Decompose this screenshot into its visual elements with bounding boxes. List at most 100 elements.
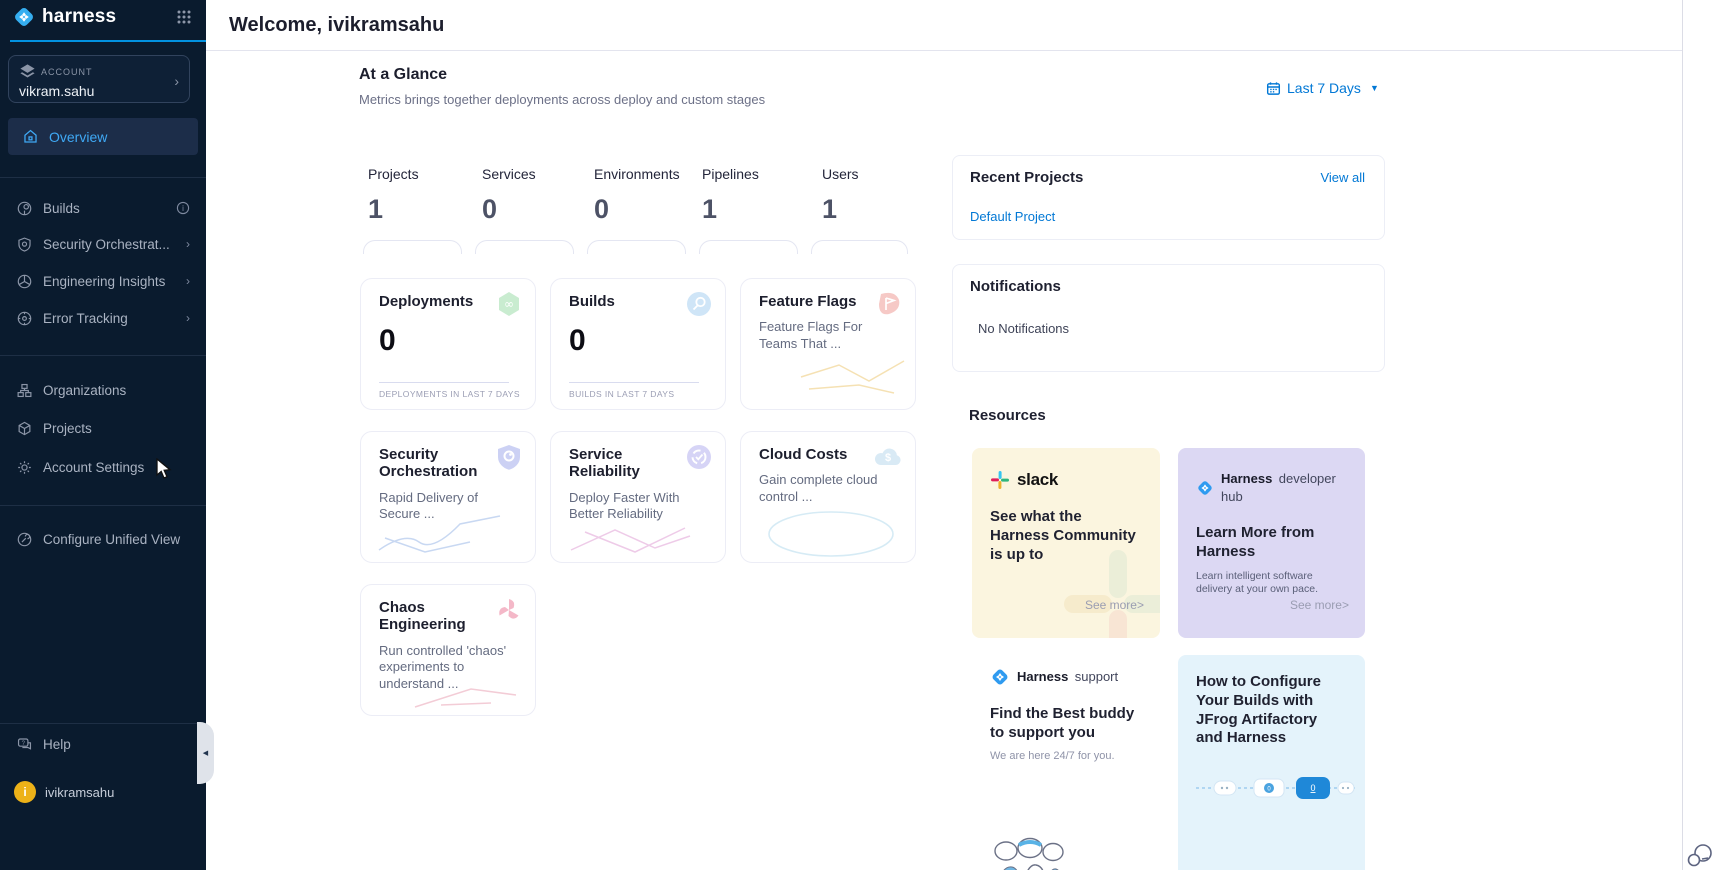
- deployments-module-icon: ∞: [495, 290, 523, 318]
- notifications-card: Notifications No Notifications: [952, 264, 1385, 372]
- sidebar-item-projects[interactable]: Projects: [0, 415, 206, 441]
- resource-card-developer-hub[interactable]: Harness developer hub Learn More from Ha…: [1178, 448, 1365, 638]
- sidebar-item-organizations[interactable]: Organizations: [0, 377, 206, 403]
- date-range-selector[interactable]: Last 7 Days ▼: [1266, 80, 1379, 96]
- module-description: Deploy Faster With Better Reliability: [569, 490, 699, 524]
- divider: [0, 355, 206, 356]
- sidebar-item-label: Security Orchestrat...: [43, 237, 170, 252]
- notifications-title: Notifications: [970, 278, 1061, 295]
- resource-card-support[interactable]: Harness support Find the Best buddy to s…: [972, 655, 1160, 870]
- see-more-link[interactable]: See more>: [1290, 598, 1349, 612]
- divider: [0, 723, 206, 724]
- module-card-chaos-engineering[interactable]: Chaos Engineering Run controlled 'chaos'…: [360, 584, 536, 716]
- stat-label: Pipelines: [702, 166, 813, 182]
- harness-logo-icon: [1196, 478, 1214, 498]
- section-subtitle: Metrics brings together deployments acro…: [359, 92, 765, 107]
- view-all-link[interactable]: View all: [1320, 170, 1365, 185]
- sidebar-item-security-orchestration[interactable]: Security Orchestrat... ›: [0, 231, 206, 257]
- info-icon[interactable]: i: [176, 201, 190, 215]
- module-card-security-orchestration[interactable]: Security Orchestration Rapid Delivery of…: [360, 431, 536, 563]
- right-utility-strip: [1682, 0, 1712, 870]
- support-card-subtext: We are here 24/7 for you.: [990, 750, 1142, 762]
- sidebar-item-help[interactable]: ? Help: [0, 731, 206, 757]
- sidebar-item-builds[interactable]: Builds i: [0, 195, 206, 221]
- error-tracking-icon: [16, 310, 33, 327]
- article-heading: How to Configure Your Builds with JFrog …: [1196, 673, 1346, 748]
- chevron-right-icon: ›: [174, 73, 179, 89]
- sidebar-item-label: Error Tracking: [43, 311, 128, 326]
- app-grid-icon[interactable]: [176, 9, 192, 25]
- calendar-icon: [1266, 81, 1281, 96]
- support-brand-rest: support: [1075, 669, 1118, 684]
- module-description: Run controlled 'chaos' experiments to un…: [379, 643, 509, 694]
- support-team-illustration: [992, 837, 1067, 870]
- organizations-icon: [16, 382, 33, 399]
- stat-environments: Environments 0: [585, 166, 693, 225]
- support-brand-row: Harness support: [990, 667, 1142, 687]
- page-header: Welcome, ivikramsahu: [206, 0, 1682, 51]
- pipeline-illustration: 0 0: [1196, 770, 1356, 806]
- module-description: Gain complete cloud control ...: [759, 472, 889, 506]
- account-selector[interactable]: ACCOUNT vikram.sahu ›: [8, 55, 190, 103]
- sidebar-item-label: Engineering Insights: [43, 274, 165, 289]
- stat-services: Services 0: [473, 166, 585, 225]
- sidebar-collapse-handle[interactable]: ◀: [197, 722, 214, 784]
- harness-logo-icon: [990, 667, 1010, 687]
- resource-card-jfrog-article[interactable]: How to Configure Your Builds with JFrog …: [1178, 655, 1365, 870]
- sidebar-item-account-settings[interactable]: Account Settings: [0, 454, 206, 480]
- sidebar-item-label: Builds: [43, 201, 80, 216]
- module-value: 0: [569, 324, 709, 358]
- sidebar-user[interactable]: i ivikramsahu: [0, 778, 206, 806]
- module-card-service-reliability[interactable]: Service Reliability Deploy Faster With B…: [550, 431, 726, 563]
- stat-value: 1: [822, 194, 899, 225]
- module-cards-grid: Deployments ∞ 0 DEPLOYMENTS IN LAST 7 DA…: [360, 278, 912, 716]
- stat-value: 1: [702, 194, 813, 225]
- module-card-cloud-costs[interactable]: Cloud Costs $ Gain complete cloud contro…: [740, 431, 916, 563]
- projects-cube-icon: [16, 420, 33, 437]
- project-link-default-project[interactable]: Default Project: [970, 209, 1384, 224]
- sidebar-item-configure-unified-view[interactable]: Configure Unified View: [0, 526, 206, 552]
- resource-center-icon[interactable]: [1686, 842, 1712, 868]
- devhub-card-subtext: Learn intelligent software delivery at y…: [1196, 570, 1347, 597]
- sidebar-item-overview[interactable]: Overview: [8, 118, 198, 155]
- sidebar-item-label: Projects: [43, 421, 92, 436]
- pipeline-node-value: 0: [1310, 783, 1315, 793]
- sidebar-item-error-tracking[interactable]: Error Tracking ›: [0, 305, 206, 331]
- trend-card: [699, 240, 798, 254]
- module-card-builds[interactable]: Builds 0 BUILDS IN LAST 7 DAYS: [550, 278, 726, 410]
- resource-card-slack[interactable]: slack See what the Harness Community is …: [972, 448, 1160, 638]
- svg-text:$: $: [885, 452, 891, 464]
- security-module-icon: [495, 443, 523, 471]
- module-description: Rapid Delivery of Secure ...: [379, 490, 509, 524]
- stats-row: Projects 1 Services 0 Environments 0 Pip…: [359, 166, 899, 225]
- chevron-down-icon: ▼: [1370, 83, 1379, 93]
- trend-card: [475, 240, 574, 254]
- logo-row: harness: [0, 0, 206, 30]
- module-title: Cloud Costs: [759, 446, 875, 463]
- recent-projects-header: Recent Projects View all: [953, 156, 1384, 186]
- section-title: At a Glance: [359, 66, 765, 84]
- resources-title: Resources: [969, 407, 1046, 424]
- sidebar-accent-line: [10, 40, 206, 42]
- notifications-header: Notifications: [953, 265, 1384, 295]
- sidebar-item-engineering-insights[interactable]: Engineering Insights ›: [0, 268, 206, 294]
- chevron-right-icon: ›: [186, 274, 190, 288]
- see-more-link[interactable]: See more>: [1085, 598, 1144, 612]
- help-chat-icon: ?: [16, 736, 33, 753]
- module-card-feature-flags[interactable]: Feature Flags Feature Flags For Teams Th…: [740, 278, 916, 410]
- module-card-deployments[interactable]: Deployments ∞ 0 DEPLOYMENTS IN LAST 7 DA…: [360, 278, 536, 410]
- module-description: Feature Flags For Teams That ...: [759, 319, 889, 353]
- notifications-empty-text: No Notifications: [978, 321, 1384, 336]
- module-title: Builds: [569, 293, 685, 310]
- recent-projects-title: Recent Projects: [970, 169, 1083, 186]
- svg-text:i: i: [182, 204, 184, 213]
- insights-icon: [16, 273, 33, 290]
- devhub-brand-row: Harness developer hub: [1196, 470, 1347, 506]
- date-range-label: Last 7 Days: [1287, 80, 1361, 96]
- support-card-heading: Find the Best buddy to support you: [990, 705, 1142, 743]
- harness-dashboard: harness ACCOUNT vikram.sahu ›: [0, 0, 1712, 870]
- builds-icon: [16, 200, 33, 217]
- stat-value: 0: [482, 194, 585, 225]
- sparkline-decoration: [761, 504, 901, 560]
- module-title: Chaos Engineering: [379, 599, 495, 634]
